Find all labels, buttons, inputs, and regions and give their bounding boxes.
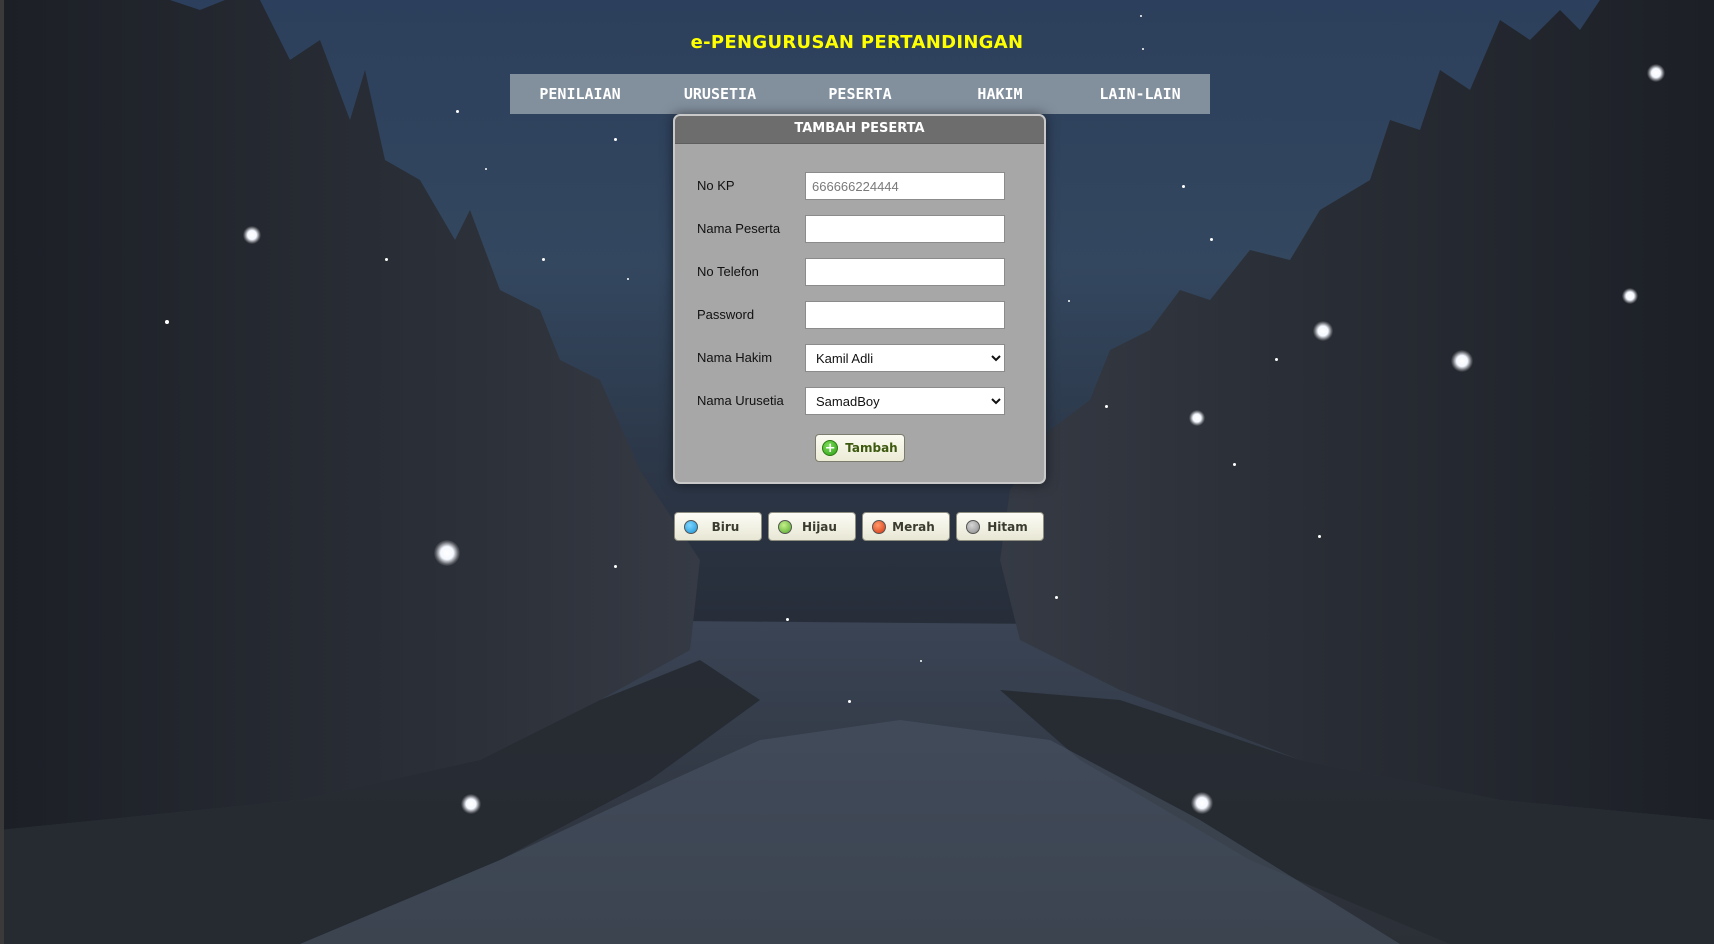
- red-dot-icon: [872, 519, 886, 534]
- page-title: e-PENGURUSAN PERTANDINGAN: [690, 32, 1024, 53]
- theme-hijau-label: Hijau: [802, 519, 837, 534]
- star-particle: [1318, 535, 1321, 538]
- star-particle: [456, 110, 459, 113]
- nama-hakim-label: Nama Hakim: [697, 350, 773, 365]
- nama-urusetia-row: Nama Urusetia SamadBoy: [697, 387, 1027, 415]
- star-particle: [1275, 358, 1278, 361]
- nav-item-penilaian[interactable]: PENILAIAN: [510, 74, 650, 114]
- plus-circle-icon: +: [822, 440, 839, 456]
- add-participant-panel: TAMBAH PESERTA No KP Nama Peserta No Tel…: [673, 114, 1046, 484]
- glow-orb: [434, 540, 460, 566]
- nav-item-lain-lain[interactable]: LAIN-LAIN: [1070, 74, 1210, 114]
- theme-hitam-button[interactable]: Hitam: [956, 512, 1044, 541]
- theme-hitam-label: Hitam: [987, 519, 1028, 534]
- nama-peserta-label: Nama Peserta: [697, 221, 781, 236]
- glow-orb: [1191, 792, 1213, 814]
- gray-dot-icon: [966, 519, 980, 534]
- nama-urusetia-label: Nama Urusetia: [697, 393, 784, 408]
- star-particle: [614, 565, 617, 568]
- star-particle: [1182, 185, 1185, 188]
- star-particle: [848, 700, 851, 703]
- star-particle: [485, 168, 487, 170]
- main-nav: PENILAIAN URUSETIA PESERTA HAKIM LAIN-LA…: [510, 74, 1210, 114]
- theme-merah-label: Merah: [892, 519, 935, 534]
- nama-urusetia-select[interactable]: SamadBoy: [805, 387, 1005, 415]
- nama-hakim-row: Nama Hakim Kamil Adli: [697, 344, 1027, 372]
- theme-biru-button[interactable]: Biru: [674, 512, 762, 541]
- panel-title: TAMBAH PESERTA: [675, 116, 1044, 144]
- nama-peserta-input[interactable]: [805, 215, 1005, 243]
- nama-hakim-select[interactable]: Kamil Adli: [805, 344, 1005, 372]
- tambah-button[interactable]: + Tambah: [815, 434, 905, 462]
- glow-orb: [461, 794, 481, 814]
- star-particle: [165, 320, 169, 324]
- star-particle: [1068, 300, 1070, 302]
- no-kp-input[interactable]: [805, 172, 1005, 200]
- star-particle: [1233, 463, 1236, 466]
- no-kp-label: No KP: [697, 178, 735, 193]
- no-telefon-row: No Telefon: [697, 258, 1027, 286]
- star-particle: [786, 618, 789, 621]
- glow-orb: [1189, 410, 1205, 426]
- password-row: Password: [697, 301, 1027, 329]
- nav-item-urusetia[interactable]: URUSETIA: [650, 74, 790, 114]
- star-particle: [920, 660, 922, 662]
- theme-selector: Biru Hijau Merah Hitam: [674, 512, 1044, 541]
- star-particle: [627, 278, 629, 280]
- theme-merah-button[interactable]: Merah: [862, 512, 950, 541]
- star-particle: [1210, 238, 1213, 241]
- glow-orb: [1647, 64, 1665, 82]
- theme-hijau-button[interactable]: Hijau: [768, 512, 856, 541]
- blue-dot-icon: [684, 519, 698, 534]
- star-particle: [1140, 15, 1142, 17]
- glow-orb: [243, 226, 261, 244]
- glow-orb: [1313, 321, 1333, 341]
- star-particle: [542, 258, 545, 261]
- star-particle: [1055, 596, 1058, 599]
- glow-orb: [1451, 350, 1473, 372]
- no-telefon-input[interactable]: [805, 258, 1005, 286]
- nav-item-hakim[interactable]: HAKIM: [930, 74, 1070, 114]
- tambah-button-label: Tambah: [845, 441, 898, 455]
- nama-peserta-row: Nama Peserta: [697, 215, 1027, 243]
- window-edge: [0, 0, 4, 944]
- no-kp-row: No KP: [697, 172, 1027, 200]
- glow-orb: [1622, 288, 1638, 304]
- no-telefon-label: No Telefon: [697, 264, 759, 279]
- star-particle: [614, 138, 617, 141]
- password-label: Password: [697, 307, 755, 322]
- theme-biru-label: Biru: [711, 519, 740, 534]
- nav-item-peserta[interactable]: PESERTA: [790, 74, 930, 114]
- star-particle: [385, 258, 388, 261]
- password-input[interactable]: [805, 301, 1005, 329]
- star-particle: [1105, 405, 1108, 408]
- green-dot-icon: [778, 519, 792, 534]
